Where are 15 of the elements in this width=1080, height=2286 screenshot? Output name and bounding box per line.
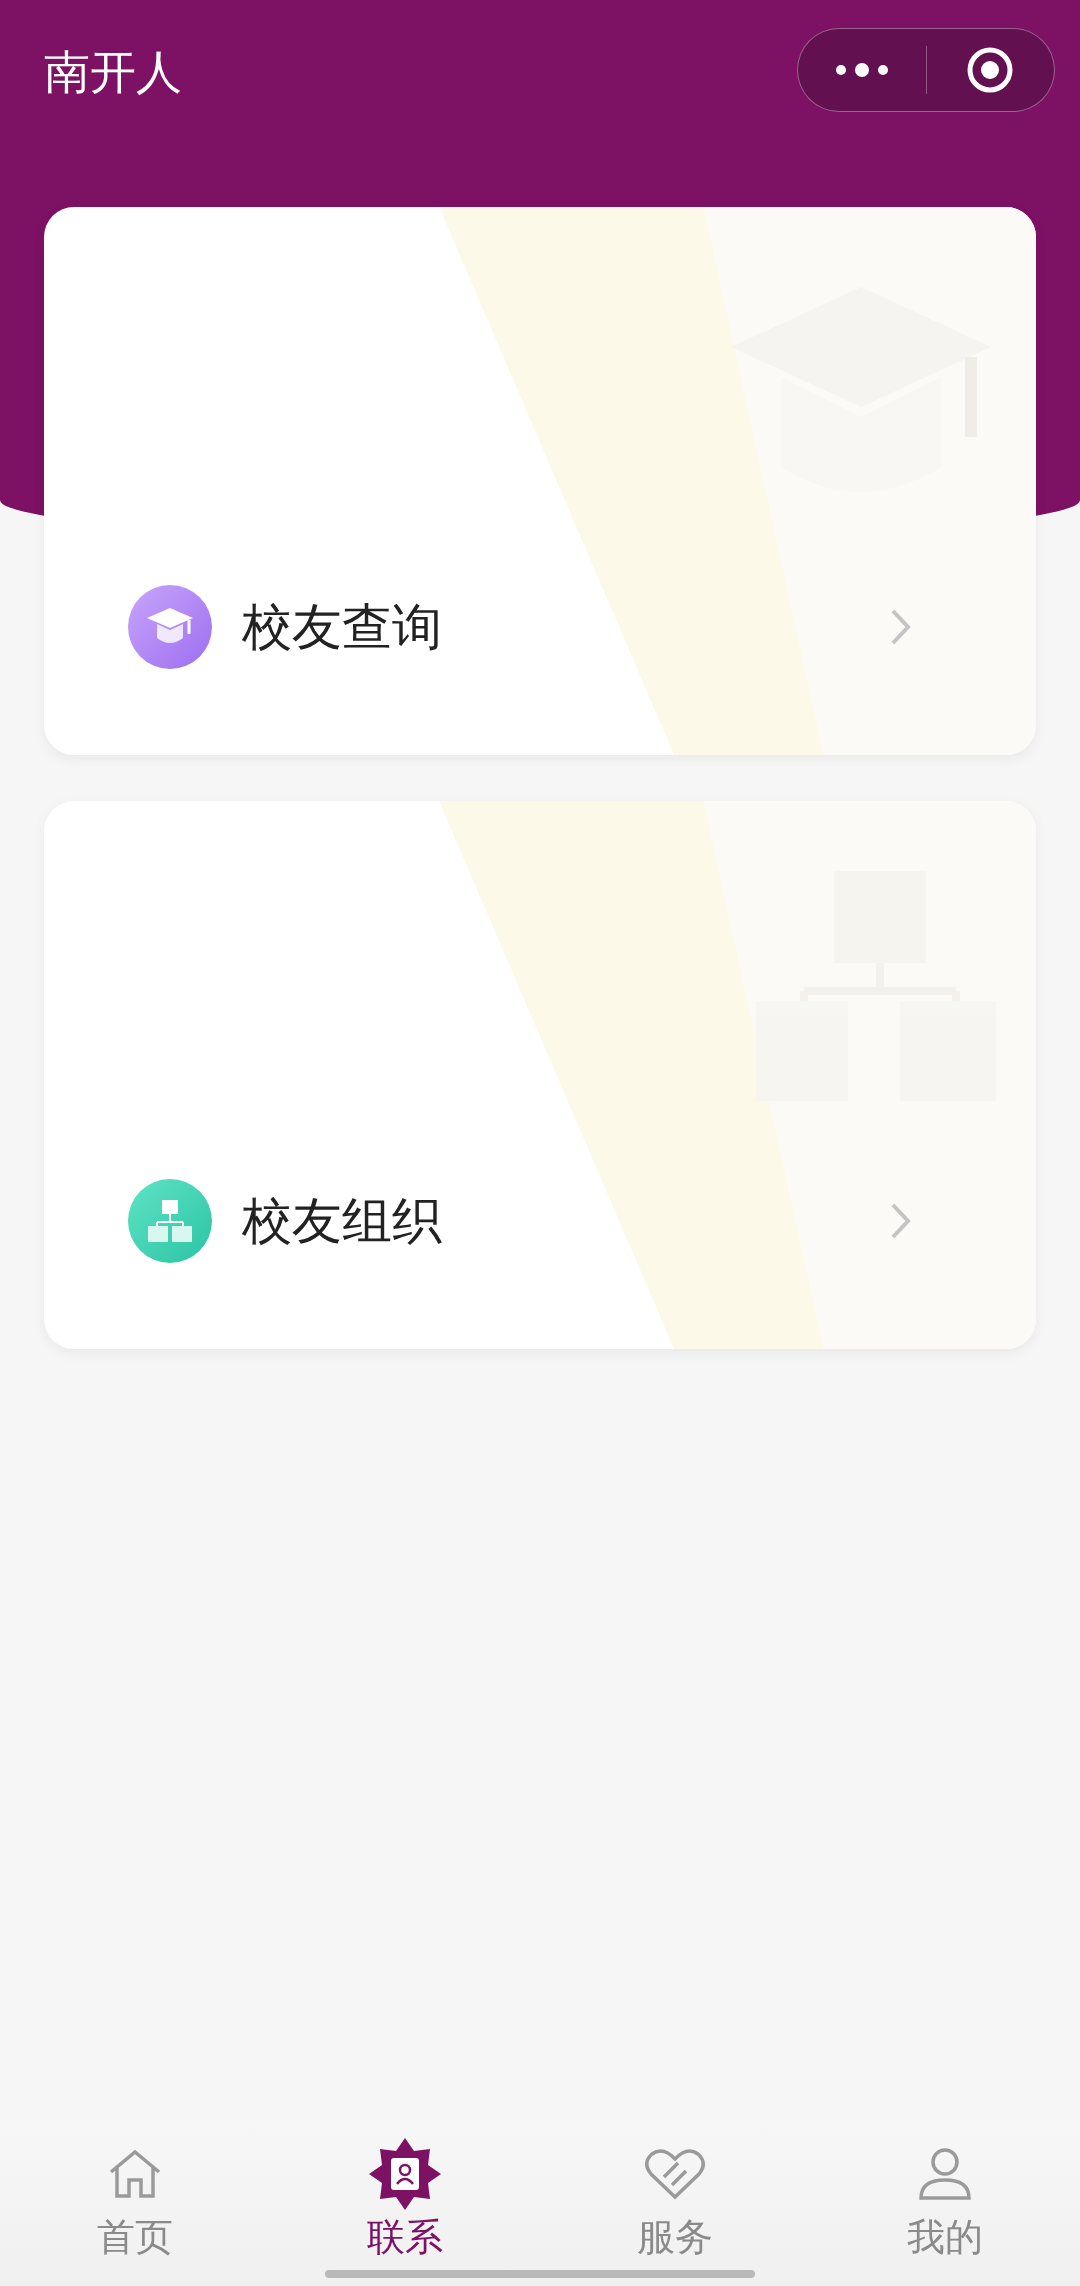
card-label: 校友组织 <box>242 1191 443 1251</box>
heart-icon <box>644 2147 706 2201</box>
more-icon <box>834 62 889 78</box>
home-icon <box>107 2148 163 2200</box>
app-title: 南开人 <box>44 44 182 100</box>
chevron-right-icon <box>890 1202 912 1240</box>
org-chart-icon <box>145 1198 195 1244</box>
chevron-right-icon <box>890 608 912 646</box>
menu-card[interactable]: 校友组织 <box>44 801 1036 1349</box>
tab-item[interactable]: 联系 <box>270 2134 540 2260</box>
card-label: 校友查询 <box>242 597 443 657</box>
menu-card[interactable]: 校友查询 <box>44 207 1036 755</box>
contact-book-icon <box>367 2136 443 2212</box>
target-icon <box>966 46 1015 94</box>
person-icon <box>917 2146 973 2202</box>
